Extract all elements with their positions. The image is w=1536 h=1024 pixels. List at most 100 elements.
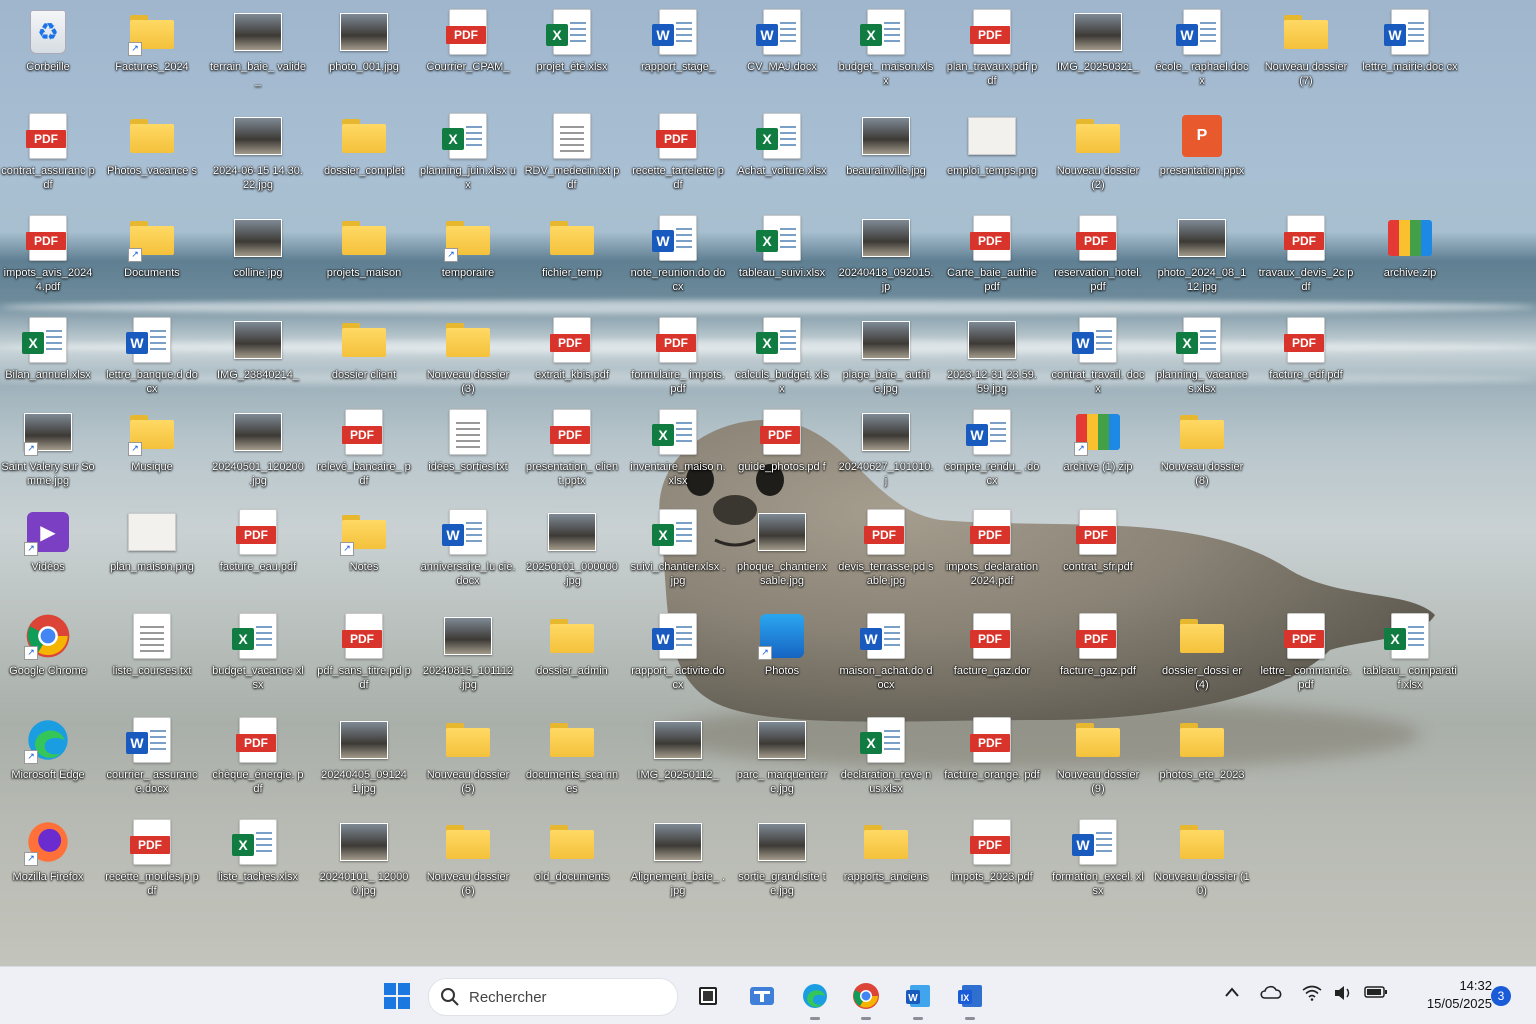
- desktop-icon[interactable]: liste_courses.txt: [104, 612, 200, 678]
- desktop-icon[interactable]: ↗ Photos: [734, 612, 830, 678]
- desktop-icon[interactable]: photo_001.jpg: [316, 8, 412, 74]
- desktop-icon[interactable]: Nouveau dossier (3): [420, 316, 516, 396]
- desktop-icon[interactable]: PDF guide_photos.pd f: [734, 408, 830, 474]
- desktop-icon[interactable]: PDF contrat_sfr.pdf: [1050, 508, 1146, 574]
- desktop-icon[interactable]: Nouveau dossier (6): [420, 818, 516, 898]
- desktop-icon[interactable]: PDF reservation_hotel. pdf: [1050, 214, 1146, 294]
- desktop-icon[interactable]: dossier client: [316, 316, 412, 382]
- desktop-icon[interactable]: Xplanning_ vacances.xlsx: [1154, 316, 1250, 396]
- desktop-icon[interactable]: dossier_dossi er (4): [1154, 612, 1250, 692]
- desktop-icon[interactable]: 20240815_101112 .jpg: [420, 612, 516, 692]
- desktop-icon[interactable]: PDF formulaire_ impots.pdf: [630, 316, 726, 396]
- system-clock[interactable]: 14:32 15/05/2025: [1396, 977, 1492, 1013]
- desktop-icon[interactable]: PDF Carte_baie_authie pdf: [944, 214, 1040, 294]
- desktop-icon[interactable]: PDF impots_declaration 2024.pdf: [944, 508, 1040, 588]
- desktop-icon[interactable]: dossier_admin: [524, 612, 620, 678]
- desktop-icon[interactable]: 20240101_ 120000.jpg: [316, 818, 412, 898]
- desktop-icon[interactable]: Wrapport_stage_: [630, 8, 726, 74]
- desktop-icon[interactable]: old_documents: [524, 818, 620, 884]
- desktop-icon[interactable]: PDF contrat_assuranc pdf: [0, 112, 96, 192]
- desktop-icon[interactable]: PDF impots_avis_2024 4.pdf: [0, 214, 96, 294]
- desktop-icon[interactable]: Xsuivi_chantier.xlsx .jpg: [630, 508, 726, 588]
- desktop-icon[interactable]: Xplanning_juin.xlsx ux: [420, 112, 516, 192]
- desktop-icon[interactable]: 20240418_092015.jp: [838, 214, 934, 294]
- desktop-icon[interactable]: phoque_chantier.x sable.jpg: [734, 508, 830, 588]
- desktop-icon[interactable]: Photos_vacance s: [104, 112, 200, 178]
- desktop-icon[interactable]: ↗ Factures_2024: [104, 8, 200, 74]
- desktop-icon[interactable]: plan_maison.png: [104, 508, 200, 574]
- desktop-icon[interactable]: photos_ete_2023: [1154, 716, 1250, 782]
- desktop-icon[interactable]: Wcourrier_ assurance.docx: [104, 716, 200, 796]
- show-hidden-icons-chevron[interactable]: [1224, 985, 1240, 1001]
- desktop-icon[interactable]: ↗ Microsoft Edge: [0, 716, 96, 782]
- desktop-icon[interactable]: Wcontrat_travail. docx: [1050, 316, 1146, 396]
- desktop-icon[interactable]: 2024-06-15 14.30.22.jpg: [210, 112, 306, 192]
- desktop-icon[interactable]: 20250101_000000 .jpg: [524, 508, 620, 588]
- desktop-icon[interactable]: plage_baie_ authie.jpg: [838, 316, 934, 396]
- desktop-icon[interactable]: emploi_temps.png: [944, 112, 1040, 178]
- start-button[interactable]: [379, 978, 415, 1014]
- desktop-icon[interactable]: PDF Courrier_CPAM_: [420, 8, 516, 74]
- taskbar-search-box[interactable]: Rechercher: [428, 978, 678, 1016]
- desktop-icon[interactable]: photo_2024_08_1 12.jpg: [1154, 214, 1250, 294]
- desktop-icon[interactable]: PDF facture_gaz.pdf: [1050, 612, 1146, 678]
- desktop-icon[interactable]: parc_ marquenterre.jpg: [734, 716, 830, 796]
- desktop-icon[interactable]: colline.jpg: [210, 214, 306, 280]
- desktop-icon[interactable]: PDF travaux_devis_2c pdf: [1258, 214, 1354, 294]
- desktop-icon[interactable]: ↗ archive (1).zip: [1050, 408, 1146, 474]
- desktop-icon[interactable]: PDF facture_edf.pdf: [1258, 316, 1354, 382]
- desktop-icon[interactable]: Xprojet_été.xlsx: [524, 8, 620, 74]
- desktop-icon[interactable]: beaurainville.jpg: [838, 112, 934, 178]
- onedrive-tray-button[interactable]: [1260, 985, 1282, 1002]
- desktop-icon[interactable]: Nouveau dossier (8): [1154, 408, 1250, 488]
- desktop-icon[interactable]: Alignement_baie_ .jpg: [630, 818, 726, 898]
- desktop-icon[interactable]: X Achat_voiture.xlsx: [734, 112, 830, 178]
- desktop-icon[interactable]: 2023-12-31 23.59.59.jpg: [944, 316, 1040, 396]
- desktop-icon[interactable]: Wlettre_banque.d docx: [104, 316, 200, 396]
- desktop-icon[interactable]: Xtableau_suivi.xlsx: [734, 214, 830, 280]
- notification-badge[interactable]: 3: [1491, 986, 1511, 1006]
- desktop-icon[interactable]: ↗ Notes: [316, 508, 412, 574]
- desktop-icon[interactable]: Xtableau_ comparatif.xlsx: [1362, 612, 1458, 692]
- desktop-icon[interactable]: ↗ Musique: [104, 408, 200, 474]
- desktop-icon[interactable]: ↗ temporaire: [420, 214, 516, 280]
- desktop-icon[interactable]: 20240501_120200 .jpg: [210, 408, 306, 488]
- desktop-icon[interactable]: PDF facture_gaz.dor: [944, 612, 1040, 678]
- task-view-button[interactable]: [690, 978, 726, 1014]
- desktop-icon[interactable]: PDF facture_orange. pdf: [944, 716, 1040, 782]
- desktop-icon[interactable]: Nouveau dossier (9): [1050, 716, 1146, 796]
- desktop-icon[interactable]: rapports_anciens: [838, 818, 934, 884]
- desktop-icon[interactable]: Nouveau dossier (7): [1258, 8, 1354, 88]
- desktop-icon[interactable]: Xliste_taches.xlsx: [210, 818, 306, 884]
- desktop-icon[interactable]: Xdeclaration_reve nus.xlsx: [838, 716, 934, 796]
- desktop-icon[interactable]: Wcompte_rendu_ .docx: [944, 408, 1040, 488]
- desktop-icon[interactable]: PDF relevé_bancaire_ pdf: [316, 408, 412, 488]
- desktop-icon[interactable]: IMG_20250112_: [630, 716, 726, 782]
- desktop-icon[interactable]: ↗ Mozilla Firefox: [0, 818, 96, 884]
- volume-tray-button[interactable]: [1334, 985, 1354, 1004]
- desktop-icon[interactable]: Xinventaire_maiso n.xlsx: [630, 408, 726, 488]
- desktop-icon[interactable]: Wlettre_mairie.doc cx: [1362, 8, 1458, 74]
- desktop-icon[interactable]: 20240405_09124 1.jpg: [316, 716, 412, 796]
- desktop-icon[interactable]: Ppresentation.pptx: [1154, 112, 1250, 178]
- desktop-icon[interactable]: IMG_20250321_: [1050, 8, 1146, 74]
- teams-taskbar-button[interactable]: [744, 978, 780, 1014]
- desktop-icon[interactable]: sortie_grand.site te.jpg: [734, 818, 830, 898]
- desktop-icon[interactable]: PDF presentation_ client.pptx: [524, 408, 620, 488]
- desktop-icon[interactable]: PDF devis_terrasse.pd sable.jpg: [838, 508, 934, 588]
- desktop-icon[interactable]: PDF chèque_énergie. pdf: [210, 716, 306, 796]
- desktop-icon[interactable]: ↗ Google Chrome: [0, 612, 96, 678]
- desktop-icon[interactable]: idées_sorties.txt: [420, 408, 516, 474]
- wifi-tray-button[interactable]: [1302, 985, 1322, 1004]
- desktop-icon[interactable]: Wformation_excel. xlsx: [1050, 818, 1146, 898]
- desktop-icon[interactable]: PDF plan_travaux.pdf pdf: [944, 8, 1040, 88]
- desktop-icon[interactable]: 20240627_101010.j: [838, 408, 934, 488]
- desktop-icon[interactable]: Wécole_ raphael.docx: [1154, 8, 1250, 88]
- desktop-icon[interactable]: terrain_baie_ valide_: [210, 8, 306, 88]
- desktop-icon[interactable]: Wmaison_achat.do docx: [838, 612, 934, 692]
- desktop-icon[interactable]: PDF pdf_sans_titre.pd pdf: [316, 612, 412, 692]
- desktop-icon[interactable]: projets_maison: [316, 214, 412, 280]
- desktop-icon[interactable]: PDF extrait_kbis.pdf: [524, 316, 620, 382]
- desktop-icon[interactable]: ↗ Saint Valery sur Somme.jpg: [0, 408, 96, 488]
- desktop-icon[interactable]: documents_sca nnes: [524, 716, 620, 796]
